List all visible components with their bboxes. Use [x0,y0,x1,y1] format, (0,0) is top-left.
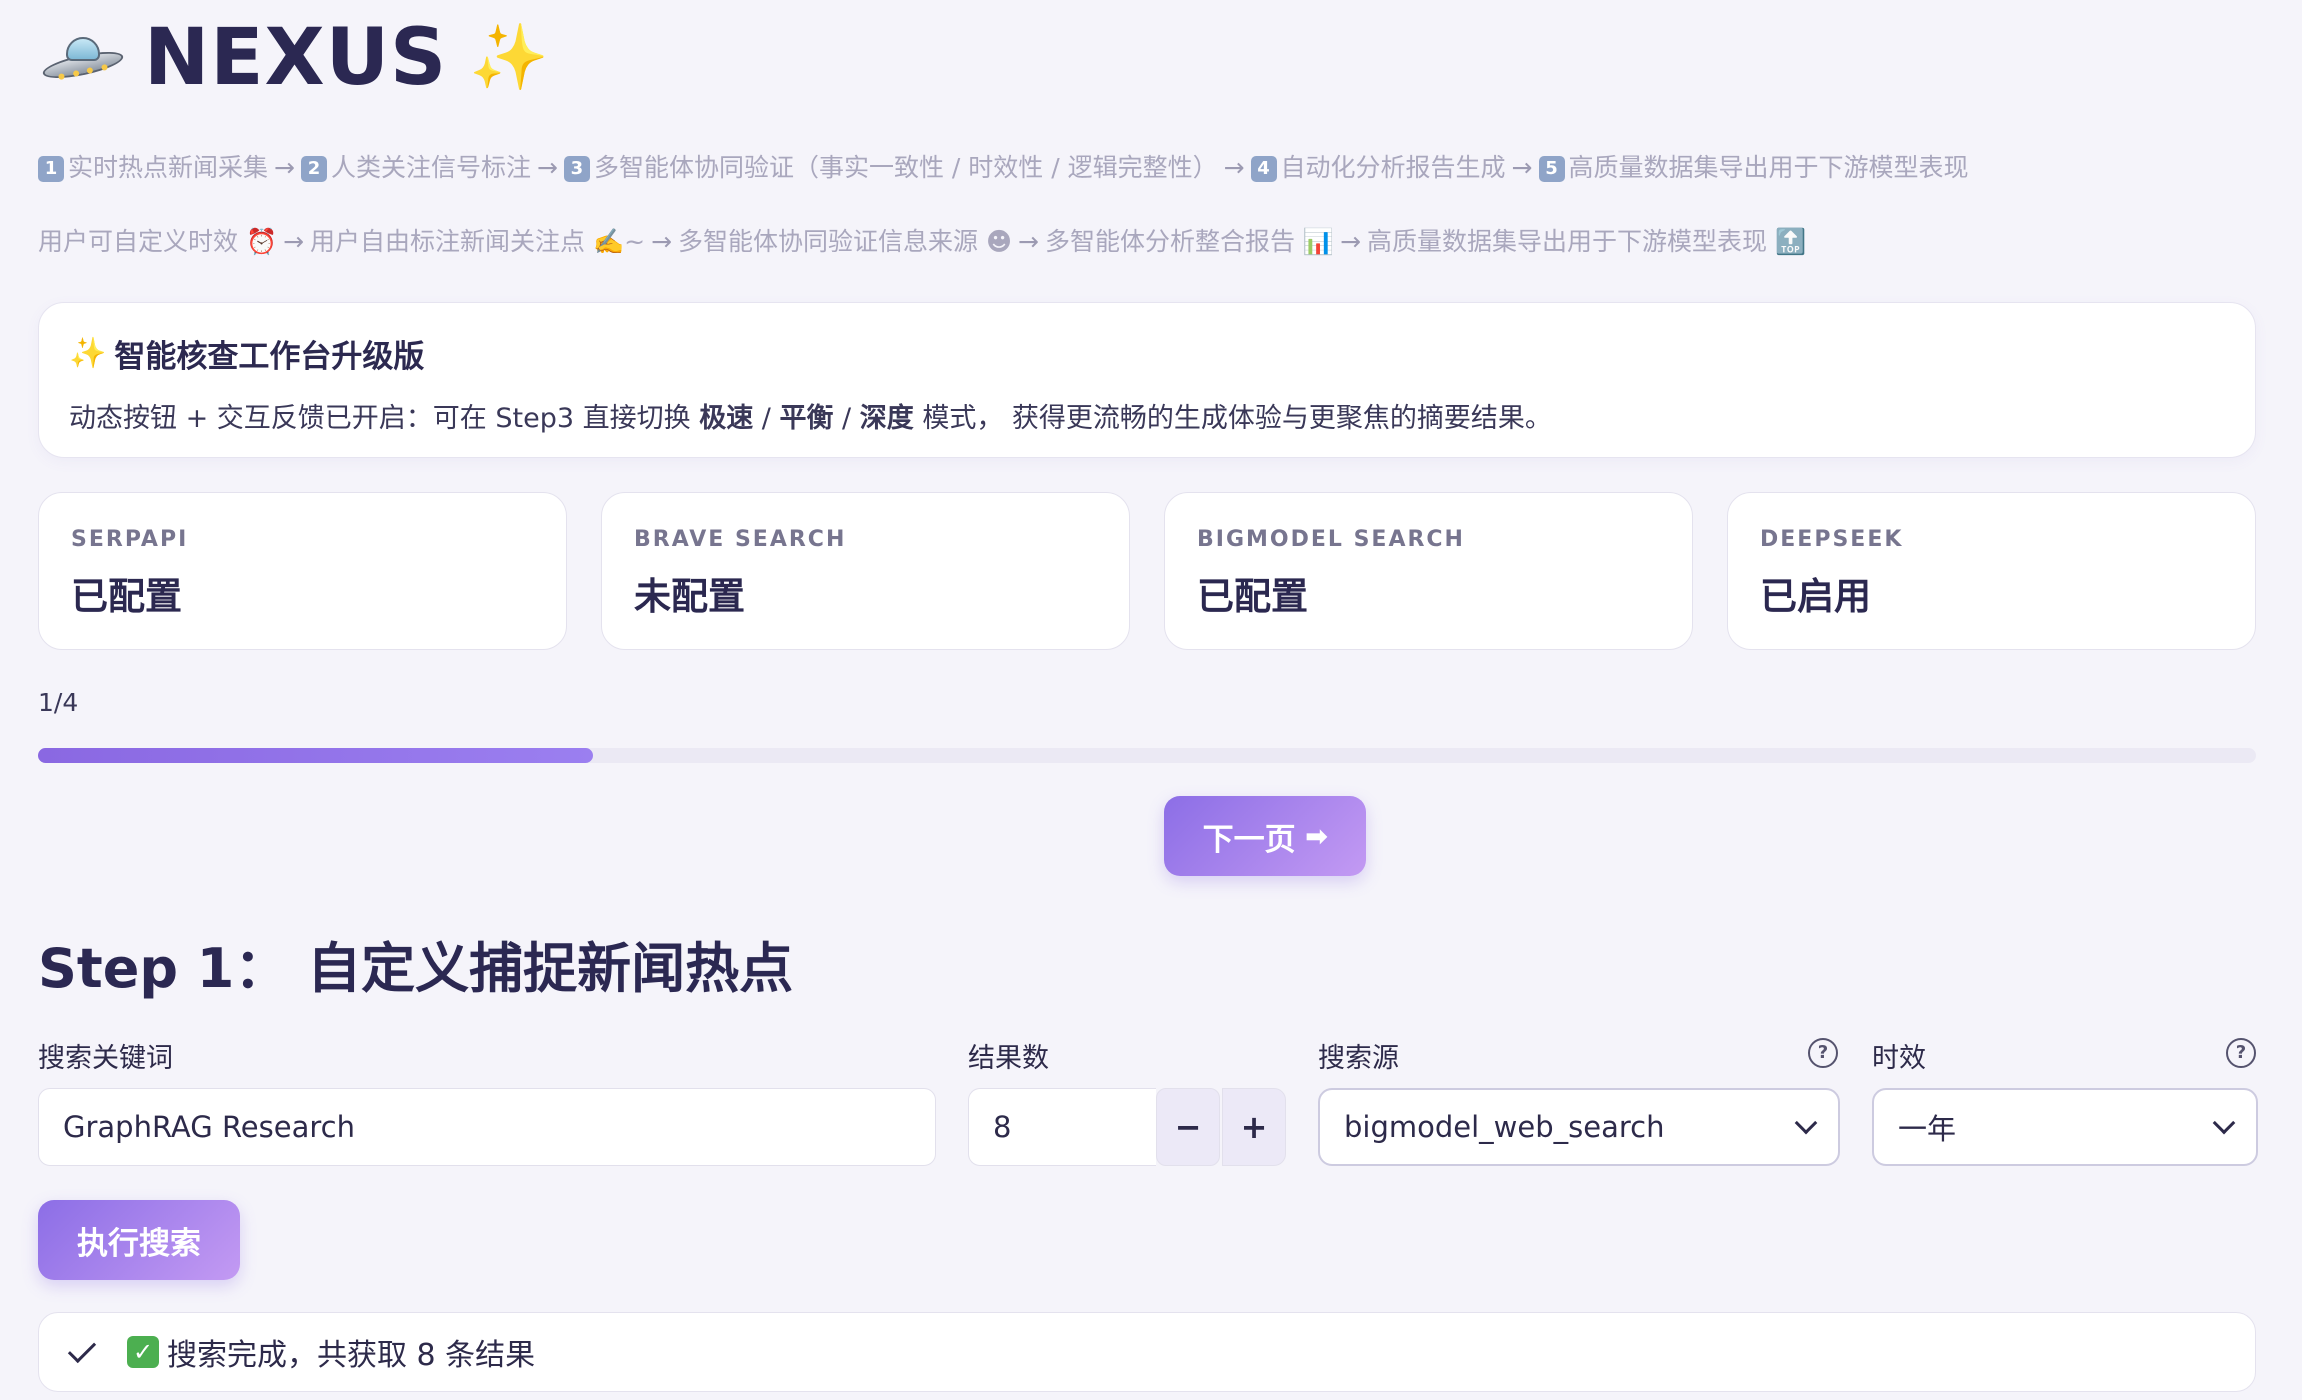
next-page-label: 下一页 [1202,821,1296,857]
source-value: bigmodel_web_search [1344,1110,1665,1144]
arrow-icon: → [651,227,673,256]
result-count-stepper: 8 − + [968,1088,1286,1166]
arrow-icon: → [1340,227,1362,256]
card-value: 已配置 [71,575,182,618]
ufo-icon [38,33,128,84]
time-value: 一年 [1898,1112,1957,1146]
feature-step: 多智能体协同验证信息来源 ☻ [678,227,1013,256]
app-title: NEXUS [144,13,448,103]
separator: / [753,403,780,434]
step1-title: Step 1： 自定义捕捉新闻热点 [38,937,794,1000]
arrow-icon: → [1223,153,1245,182]
time-label: 时效 [1872,1043,1926,1074]
next-page-button[interactable]: 下一页 ➡ [1164,796,1366,876]
status-card-serpapi: SERPAPI 已配置 [38,492,567,650]
pipeline-step: 实时热点新闻采集 [68,153,269,182]
chevron-down-icon [2212,1111,2236,1135]
card-label: BRAVE SEARCH [634,527,847,552]
card-label: SERPAPI [71,527,189,552]
feature-step: 高质量数据集导出用于下游模型表现 🔝 [1367,227,1807,256]
page-indicator: 1/4 [38,688,79,717]
progress-bar [38,748,2256,763]
status-card-deepseek: DEEPSEEK 已启用 [1727,492,2256,650]
help-icon[interactable]: ? [1808,1038,1838,1068]
sparkles-icon: ✨ [469,21,549,95]
step-number-badge: 1 [38,156,64,182]
separator: / [833,403,860,434]
step-number-badge: 3 [563,156,590,182]
progress-fill [38,748,593,763]
chevron-down-icon [1794,1111,1818,1135]
source-label: 搜索源 [1318,1043,1399,1074]
increment-button[interactable]: + [1222,1088,1286,1166]
count-label: 结果数 [968,1043,1049,1074]
decrement-button[interactable]: − [1156,1088,1220,1166]
pipeline-step: 多智能体协同验证（事实一致性 / 时效性 / 逻辑完整性） [593,153,1218,182]
arrow-icon: → [274,153,295,182]
execute-search-button[interactable]: 执行搜索 [38,1200,240,1280]
result-count-input[interactable]: 8 [968,1088,1156,1166]
card-value: 未配置 [634,575,745,618]
pipeline-step: 高质量数据集导出用于下游模型表现 [1568,153,1969,182]
mode-fast: 极速 [699,403,754,434]
pipeline-step: 人类关注信号标注 [330,153,531,182]
feature-step: 多智能体分析整合报告 📊 [1044,227,1335,256]
feature-step: 用户自由标注新闻关注点 ✍️~ [310,227,646,256]
check-icon [67,1334,97,1364]
mode-deep: 深度 [859,403,914,434]
mode-balanced: 平衡 [779,403,834,434]
keyword-value: GraphRAG Research [63,1110,355,1144]
status-card-brave: BRAVE SEARCH 未配置 [601,492,1130,650]
source-select[interactable]: bigmodel_web_search [1318,1088,1840,1166]
status-card-bigmodel: BIGMODEL SEARCH 已配置 [1164,492,1693,650]
banner-title: ✨ 智能核查工作台升级版 [69,331,2225,376]
pipeline-step: 自动化分析报告生成 [1280,153,1506,182]
step-number-badge: 4 [1250,156,1277,182]
arrow-icon: → [1511,153,1533,182]
sparkles-icon: ✨ [69,336,107,371]
result-text: 搜索完成，共获取 8 条结果 [167,1338,536,1373]
time-select[interactable]: 一年 [1872,1088,2258,1166]
app-header: NEXUS ✨ [38,13,549,103]
keyword-input[interactable]: GraphRAG Research [38,1088,936,1166]
card-label: BIGMODEL SEARCH [1197,527,1465,552]
green-check-icon: ✓ [127,1336,159,1368]
banner-title-text: 智能核查工作台升级版 [114,339,425,375]
card-label: DEEPSEEK [1760,527,1904,552]
help-icon[interactable]: ? [2226,1038,2256,1068]
card-value: 已配置 [1197,575,1308,618]
pipeline-features: 用户可自定义时效 ⏰ → 用户自由标注新闻关注点 ✍️~ → 多智能体协同验证信息来源 … [38,222,1806,258]
pipeline-steps: 1 实时热点新闻采集 → 2 人类关注信号标注 → 3 多智能体协同验证（事实一致性 / 时效… [38,148,1969,184]
banner-text-part: 模式， 获得更流畅的生成体验与更聚焦的摘要结果。 [913,403,1552,434]
step-number-badge: 2 [300,156,327,182]
arrow-right-icon: ➡ [1305,820,1328,851]
arrow-icon: → [1018,227,1039,256]
status-cards: SERPAPI 已配置 BRAVE SEARCH 未配置 BIGMODEL SE… [38,492,2256,650]
feature-step: 用户可自定义时效 ⏰ [38,227,278,256]
banner-text-part: 动态按钮 + 交互反馈已开启：可在 Step3 直接切换 [69,403,700,434]
card-value: 已启用 [1760,575,1871,618]
upgrade-banner: ✨ 智能核查工作台升级版 动态按钮 + 交互反馈已开启：可在 Step3 直接切… [38,302,2256,458]
search-result-status[interactable]: ✓ 搜索完成，共获取 8 条结果 [38,1312,2256,1392]
banner-text: 动态按钮 + 交互反馈已开启：可在 Step3 直接切换 极速 / 平衡 / 深… [69,396,2225,435]
arrow-icon: → [536,153,558,182]
keyword-label: 搜索关键词 [38,1043,173,1074]
step-number-badge: 5 [1538,156,1565,182]
count-value: 8 [993,1110,1012,1144]
arrow-icon: → [283,227,305,256]
app-page: NEXUS ✨ 1 实时热点新闻采集 → 2 人类关注信号标注 → 3 多智能体协同验证（事实… [0,0,2302,1400]
